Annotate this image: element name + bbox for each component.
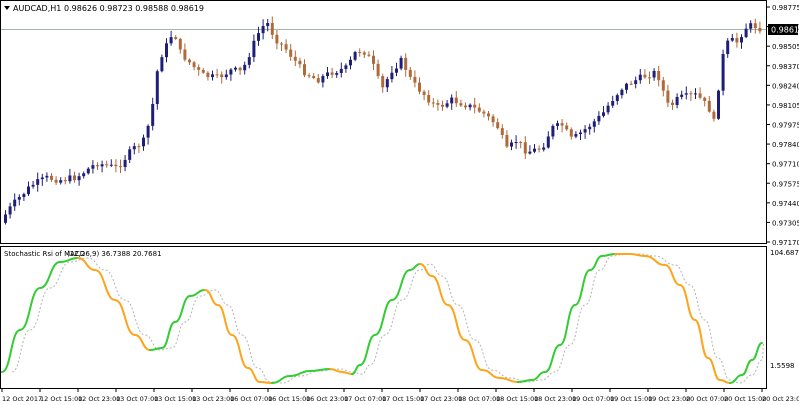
indicator-params: (12,26,9) 36.7388 20.7681: [67, 250, 162, 258]
time-label: 16 Oct 15:00: [268, 395, 310, 403]
time-label: 12 Oct 23:00: [78, 395, 120, 403]
chart-window: AUDCAD,H1 0.98626 0.98723 0.98588 0.9861…: [0, 0, 799, 403]
time-label: 13 Oct 07:00: [116, 395, 158, 403]
time-label: 16 Oct 23:00: [306, 395, 348, 403]
candle: [717, 89, 720, 120]
time-label: 18 Oct 07:00: [458, 395, 500, 403]
indicator-bottom-value: 1.5598: [770, 362, 795, 370]
current-price-marker: 0.98619: [768, 24, 799, 35]
candle: [353, 50, 357, 62]
time-label: 19 Oct 15:00: [610, 395, 652, 403]
price-level-label: 0.97305: [772, 219, 799, 227]
price-level-label: 0.98370: [772, 63, 799, 71]
time-label: 19 Oct 23:00: [648, 395, 690, 403]
price-level-label: 0.98105: [772, 102, 799, 110]
time-label: 13 Oct 15:00: [154, 395, 196, 403]
price-level-label: 0.98240: [772, 82, 799, 90]
price-level-label: 0.97840: [772, 141, 799, 149]
time-label: 12 Oct 15:00: [40, 395, 82, 403]
time-label: 12 Oct 2017: [2, 395, 42, 403]
stoch-rsi-segment: [259, 381, 273, 384]
price-level-label: 0.97710: [772, 161, 799, 169]
ohlc-values: 0.98626 0.98723 0.98588 0.98619: [64, 4, 204, 13]
candle: [160, 54, 164, 73]
price-level-label: 0.97440: [772, 200, 799, 208]
indicator-top-value: 104.6877: [770, 249, 799, 257]
price-pane[interactable]: AUDCAD,H1 0.98626 0.98723 0.98588 0.9861…: [0, 0, 767, 244]
indicator-pane[interactable]: Stochastic Rsi of MACD (12,26,9) 36.7388…: [0, 246, 799, 389]
symbol-label: AUDCAD,H1: [13, 4, 61, 13]
time-label: 17 Oct 23:00: [420, 395, 462, 403]
price-level-label: 0.98505: [772, 43, 799, 51]
time-label: 19 Oct 07:00: [572, 395, 614, 403]
time-label: 20 Oct 15:00: [724, 395, 766, 403]
time-label: 20 Oct 23:00: [762, 395, 799, 403]
time-label: 17 Oct 15:00: [382, 395, 424, 403]
time-label: 17 Oct 07:00: [344, 395, 386, 403]
candle: [155, 69, 159, 110]
price-level-label: 0.97975: [772, 122, 799, 130]
time-label: 16 Oct 07:00: [230, 395, 272, 403]
price-level-label: 0.97170: [772, 239, 799, 247]
time-label: 13 Oct 23:00: [192, 395, 234, 403]
time-label: 20 Oct 07:00: [686, 395, 728, 403]
price-level-label: 0.97575: [772, 180, 799, 188]
time-axis: 12 Oct 201712 Oct 15:0012 Oct 23:0013 Oc…: [1, 389, 799, 403]
time-label: 18 Oct 15:00: [496, 395, 538, 403]
price-axis: 0.987750.986400.985050.983700.982400.981…: [766, 4, 799, 247]
time-label: 18 Oct 23:00: [534, 395, 576, 403]
candle: [721, 49, 725, 96]
price-level-label: 0.98775: [772, 4, 799, 12]
current-price-value: 0.98619: [771, 26, 799, 35]
